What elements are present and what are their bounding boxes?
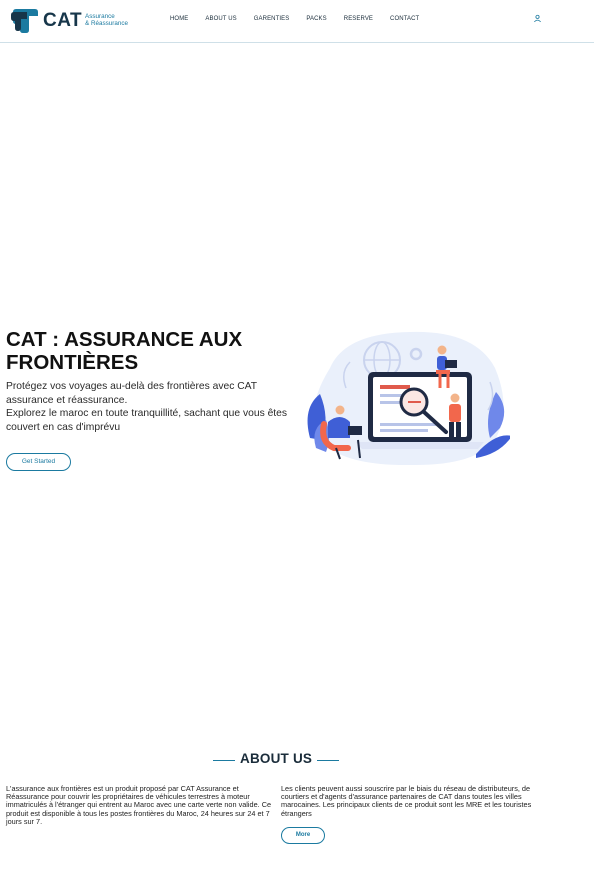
cat-logo-icon (11, 9, 38, 33)
about-text-col-1: L'assurance aux frontières est un produi… (6, 784, 272, 826)
hero-paragraph-1: Protégez vos voyages au-delà des frontiè… (6, 381, 257, 406)
hero-title: CAT : ASSURANCE AUX FRONTIÈRES (6, 328, 243, 374)
hero-paragraph-2: Explorez le maroc en toute tranquillité,… (6, 408, 288, 433)
about-title-group: ABOUT US (212, 751, 340, 769)
brand-tagline-line1: Assurance (85, 13, 115, 20)
nav-reserve[interactable]: RESERVE (344, 16, 373, 22)
main-nav: HOME ABOUT US GARENTIES PACKS RESERVE CO… (170, 16, 419, 22)
title-divider-right (317, 760, 339, 761)
nav-garenties[interactable]: GARENTIES (254, 16, 290, 22)
title-divider-left (213, 760, 235, 761)
get-started-button[interactable]: Get Started (6, 453, 71, 471)
insurance-search-illustration (307, 331, 510, 466)
brand-logo[interactable]: CAT Assurance & Réassurance (9, 8, 134, 34)
nav-home[interactable]: HOME (170, 16, 188, 22)
brand-name: CAT (43, 10, 83, 31)
hero-description: Protégez vos voyages au-delà des frontiè… (6, 380, 291, 434)
nav-contact[interactable]: CONTACT (390, 16, 419, 22)
about-text-col-2: Les clients peuvent aussi souscrire par … (281, 784, 532, 818)
nav-packs[interactable]: PACKS (306, 16, 326, 22)
brand-tagline: Assurance & Réassurance (85, 13, 128, 28)
more-button[interactable]: More (281, 827, 325, 844)
about-title: ABOUT US (240, 751, 313, 766)
brand-tagline-line2: & Réassurance (85, 20, 129, 28)
nav-about-us[interactable]: ABOUT US (205, 16, 236, 22)
top-navbar: CAT Assurance & Réassurance HOME ABOUT U… (0, 0, 594, 43)
user-icon[interactable] (533, 14, 542, 23)
